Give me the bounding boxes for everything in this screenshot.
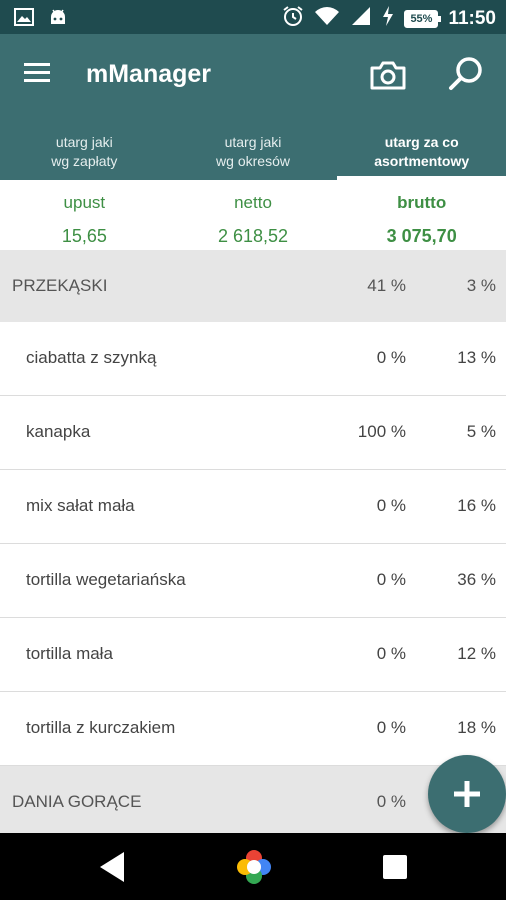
recents-icon <box>383 855 407 879</box>
row-percent-2: 18 % <box>457 718 496 737</box>
summary-net: netto 2 618,52 <box>169 180 338 250</box>
list-item[interactable]: kanapka 100 % 5 % <box>0 396 506 470</box>
android-icon <box>48 7 68 32</box>
row-name: DANIA GORĄCE <box>12 792 142 811</box>
row-name: PRZEKĄSKI <box>12 276 108 295</box>
row-name: tortilla mała <box>26 644 113 663</box>
list-item[interactable]: tortilla z kurczakiem 0 % 18 % <box>0 692 506 766</box>
app-title: mManager <box>86 60 212 88</box>
app-bar: mManager utarg jaki wg zapłaty utarg jak… <box>0 34 506 180</box>
back-button[interactable] <box>98 850 128 889</box>
search-icon <box>449 57 482 90</box>
summary-gross: brutto 3 075,70 <box>337 180 506 250</box>
row-percent-1: 0 % <box>376 792 406 811</box>
assortment-list: PRZEKĄSKI 41 % 3 % ciabatta z szynką 0 %… <box>0 250 506 838</box>
home-button[interactable] <box>235 848 273 891</box>
summary-value: 2 618,52 <box>217 226 289 246</box>
plus-icon <box>454 781 480 807</box>
row-percent-2: 16 % <box>457 496 496 515</box>
summary-label: upust <box>63 193 106 212</box>
group-row[interactable]: PRZEKĄSKI 41 % 3 % <box>0 250 506 322</box>
wifi-icon <box>314 5 340 32</box>
row-name: ciabatta z szynką <box>26 348 157 367</box>
summary-totals: upust 15,65 netto 2 618,52 brutto 3 075,… <box>0 180 506 251</box>
camera-button[interactable] <box>368 56 408 96</box>
tab-label: utarg za co asortmentowy <box>374 134 470 169</box>
row-name: tortilla z kurczakiem <box>26 718 176 737</box>
row-percent-2: 3 % <box>466 276 496 295</box>
back-icon <box>100 852 124 882</box>
row-name: kanapka <box>26 422 91 441</box>
tab-payment[interactable]: utarg jaki wg zapłaty <box>0 124 169 180</box>
list-item[interactable]: tortilla mała 0 % 12 % <box>0 618 506 692</box>
home-icon <box>237 850 271 884</box>
tab-periods[interactable]: utarg jaki wg okresów <box>169 124 338 180</box>
row-percent-1: 0 % <box>376 348 406 367</box>
list-item[interactable]: ciabatta z szynką 0 % 13 % <box>0 322 506 396</box>
alarm-icon <box>282 5 304 32</box>
row-percent-1: 0 % <box>376 718 406 737</box>
row-name: mix sałat mała <box>26 496 135 515</box>
add-button[interactable] <box>428 755 506 833</box>
row-name: tortilla wegetariańska <box>26 570 186 589</box>
summary-label: brutto <box>397 193 447 212</box>
camera-icon <box>370 61 406 90</box>
row-percent-1: 0 % <box>376 496 406 515</box>
summary-label: netto <box>234 193 272 212</box>
row-percent-2: 13 % <box>457 348 496 367</box>
tab-label: utarg jaki wg okresów <box>216 134 290 169</box>
signal-icon <box>350 5 372 32</box>
row-percent-2: 36 % <box>457 570 496 589</box>
row-percent-1: 100 % <box>357 422 406 441</box>
image-icon <box>14 7 34 32</box>
tab-assortment[interactable]: utarg za co asortmentowy <box>337 124 506 180</box>
battery-icon: 55% <box>404 9 442 28</box>
status-time: 11:50 <box>448 7 496 29</box>
summary-discount: upust 15,65 <box>0 180 169 250</box>
row-percent-1: 0 % <box>376 644 406 663</box>
menu-button[interactable] <box>24 60 56 92</box>
navigation-bar <box>0 833 506 900</box>
row-percent-1: 41 % <box>367 276 406 295</box>
tab-bar: utarg jaki wg zapłaty utarg jaki wg okre… <box>0 124 506 180</box>
row-percent-2: 12 % <box>457 644 496 663</box>
menu-icon <box>24 63 56 82</box>
status-bar: 55% 11:50 <box>0 0 506 34</box>
tab-label: utarg jaki wg zapłaty <box>51 134 118 169</box>
recents-button[interactable] <box>382 854 408 885</box>
list-item[interactable]: mix sałat mała 0 % 16 % <box>0 470 506 544</box>
summary-value: 3 075,70 <box>386 226 457 246</box>
list-item[interactable]: tortilla wegetariańska 0 % 36 % <box>0 544 506 618</box>
summary-value: 15,65 <box>61 226 107 246</box>
charging-icon <box>382 6 394 31</box>
row-percent-2: 5 % <box>466 422 496 441</box>
row-percent-1: 0 % <box>376 570 406 589</box>
search-button[interactable] <box>447 54 487 94</box>
